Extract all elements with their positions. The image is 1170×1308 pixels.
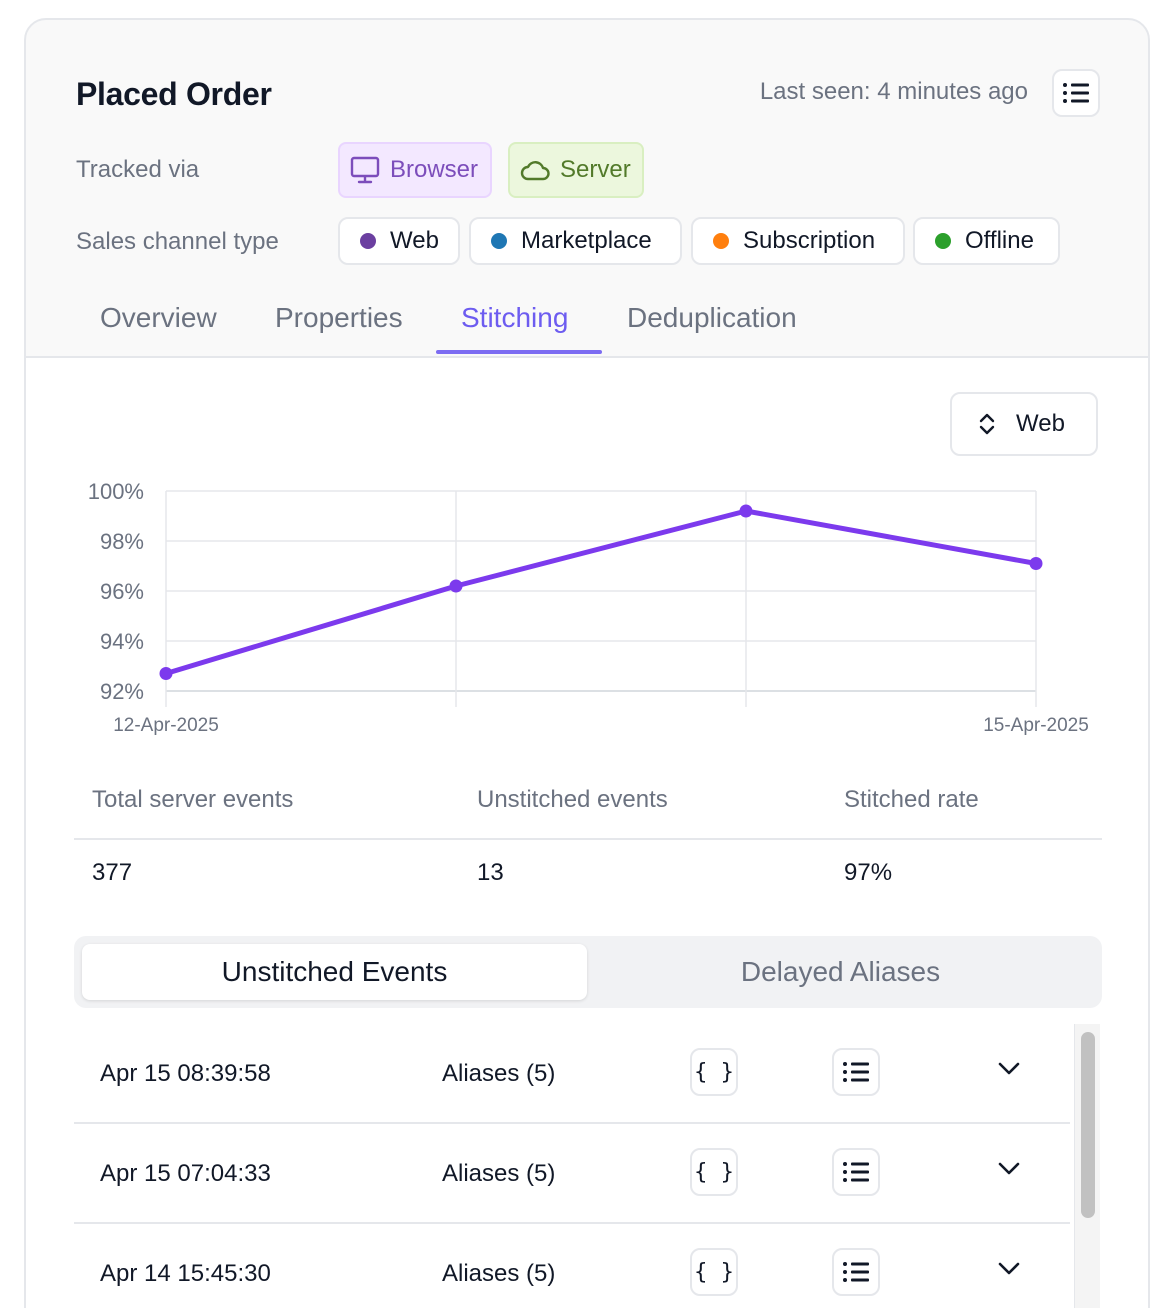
data-point: [739, 504, 753, 518]
list-icon: [843, 1262, 869, 1282]
tab-stitching[interactable]: Stitching: [461, 302, 568, 334]
chevron-down-icon[interactable]: [998, 1162, 1020, 1176]
offline-dot-icon: [935, 233, 951, 249]
chevron-down-icon[interactable]: [998, 1262, 1020, 1276]
data-point: [449, 579, 463, 593]
last-seen-text: Last seen: 4 minutes ago: [759, 78, 1028, 105]
sales-channel-label: Sales channel type: [76, 228, 279, 255]
segment-delayed-aliases[interactable]: Delayed Aliases: [587, 944, 1094, 1000]
events-segmented-control: Unstitched Events Delayed Aliases: [74, 936, 1102, 1008]
y-tick-label: 92%: [100, 679, 144, 704]
browser-label: Browser: [390, 156, 479, 183]
channel-chip-label: Web: [390, 227, 439, 254]
details-list-button[interactable]: [832, 1148, 880, 1196]
channel-chip-label: Offline: [965, 227, 1034, 254]
stats-header-total: Total server events: [92, 786, 294, 813]
events-list: Apr 15 08:39:58 Aliases (5) { } Apr 15 0…: [74, 1024, 1074, 1308]
details-list-button[interactable]: [832, 1048, 880, 1096]
tab-overview[interactable]: Overview: [100, 302, 217, 334]
data-point: [1029, 557, 1043, 570]
channel-chip-subscription[interactable]: Subscription: [691, 217, 905, 265]
marketplace-dot-icon: [491, 233, 507, 249]
y-tick-label: 94%: [100, 629, 144, 654]
series-line: [163, 508, 1039, 676]
active-tab-indicator: [436, 350, 602, 354]
details-list-button[interactable]: [832, 1248, 880, 1296]
event-time: Apr 15 07:04:33: [100, 1160, 271, 1187]
tab-deduplication[interactable]: Deduplication: [627, 302, 797, 334]
y-tick-label: 96%: [100, 579, 144, 604]
segment-unstitched-events[interactable]: Unstitched Events: [82, 944, 587, 1000]
json-view-button[interactable]: { }: [690, 1248, 738, 1296]
x-tick-label: 15-Apr-2025: [983, 715, 1089, 736]
event-card: Placed Order Last seen: 4 minutes ago Tr…: [24, 18, 1150, 1308]
channel-chip-offline[interactable]: Offline: [913, 217, 1060, 265]
stitched-rate-chart: 92% 94% 96% 98% 100% 12-Apr-2025 15-Apr-2025: [88, 479, 1089, 736]
list-icon: [1063, 83, 1089, 103]
x-tick-label: 12-Apr-2025: [113, 715, 219, 736]
json-view-button[interactable]: { }: [690, 1048, 738, 1096]
cloud-icon: [520, 161, 550, 181]
tracked-server-badge: Server: [508, 142, 644, 198]
stats-header-unstitched: Unstitched events: [477, 786, 668, 813]
event-time: Apr 14 15:45:30: [100, 1260, 271, 1287]
web-dot-icon: [360, 233, 376, 249]
list-item[interactable]: Apr 15 08:39:58 Aliases (5) { }: [74, 1024, 1070, 1124]
menu-button[interactable]: [1052, 69, 1100, 117]
y-tick-label: 100%: [88, 479, 144, 504]
channel-chip-label: Subscription: [743, 227, 876, 254]
scrollbar-thumb[interactable]: [1081, 1032, 1095, 1218]
page-title: Placed Order: [76, 76, 272, 112]
stats-value-total: 377: [92, 859, 133, 886]
stats-value-rate: 97%: [844, 859, 893, 886]
stats-value-unstitched: 13: [477, 859, 504, 886]
chevron-down-icon[interactable]: [998, 1062, 1020, 1076]
monitor-icon: [350, 156, 380, 184]
channel-select[interactable]: Web: [950, 392, 1098, 456]
chevron-up-down-icon: [979, 413, 995, 435]
events-scrollbar[interactable]: [1074, 1024, 1100, 1308]
channel-select-value: Web: [1016, 410, 1065, 437]
event-aliases[interactable]: Aliases (5): [442, 1160, 555, 1188]
channel-chip-web[interactable]: Web: [338, 217, 460, 265]
list-icon: [843, 1062, 869, 1082]
data-point: [159, 667, 173, 680]
stats-header-rate: Stitched rate: [844, 786, 979, 813]
event-time: Apr 15 08:39:58: [100, 1060, 271, 1087]
subscription-dot-icon: [713, 233, 729, 249]
list-icon: [843, 1162, 869, 1182]
list-item[interactable]: Apr 14 15:45:30 Aliases (5) { }: [74, 1224, 1070, 1308]
event-aliases[interactable]: Aliases (5): [442, 1260, 555, 1288]
channel-chip-marketplace[interactable]: Marketplace: [469, 217, 682, 265]
channel-chip-label: Marketplace: [521, 227, 652, 254]
tracked-via-label: Tracked via: [76, 156, 200, 183]
list-item[interactable]: Apr 15 07:04:33 Aliases (5) { }: [74, 1124, 1070, 1224]
y-tick-label: 98%: [100, 529, 144, 554]
tab-properties[interactable]: Properties: [275, 302, 403, 334]
event-aliases[interactable]: Aliases (5): [442, 1060, 555, 1088]
tracked-browser-badge: Browser: [338, 142, 492, 198]
server-label: Server: [560, 156, 631, 183]
stats-divider: [74, 838, 1102, 840]
json-view-button[interactable]: { }: [690, 1148, 738, 1196]
